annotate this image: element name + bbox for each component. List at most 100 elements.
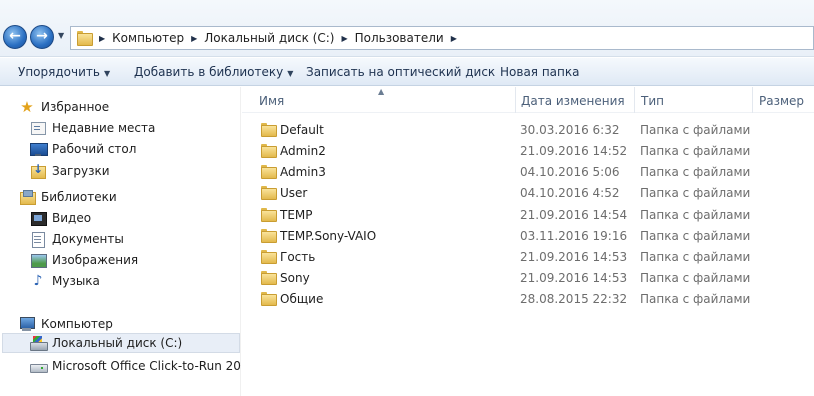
file-name: User (280, 186, 308, 200)
list-item[interactable]: User 04.10.2016 4:52 Папка с файлами (242, 182, 814, 203)
file-name: Admin3 (280, 165, 326, 179)
chevron-right-icon[interactable]: ▶ (99, 34, 105, 43)
nav-item-favorites[interactable]: ★ Избранное (19, 97, 109, 117)
column-name[interactable]: Имя (253, 87, 516, 113)
nav-item-label: Локальный диск (C:) (52, 336, 183, 350)
file-date: 04.10.2016 5:06 (520, 165, 620, 179)
file-type: Папка с файлами (640, 144, 751, 158)
burn-label: Записать на оптический диск (306, 65, 496, 79)
nav-item-local-disk[interactable]: Локальный диск (C:) (2, 333, 240, 353)
list-item[interactable]: TEMP 21.09.2016 14:54 Папка с файлами (242, 204, 814, 225)
folder-icon (261, 165, 277, 179)
file-type: Папка с файлами (640, 123, 751, 137)
file-name: Sony (280, 271, 310, 285)
windows-disk-icon (30, 335, 48, 351)
breadcrumb-users[interactable]: Пользователи (355, 31, 444, 45)
address-bar[interactable]: ▶ Компьютер ▶ Локальный диск (C:) ▶ Поль… (70, 26, 814, 50)
music-icon: ♪ (33, 273, 43, 289)
burn-button[interactable]: Записать на оптический диск (306, 65, 495, 79)
column-date-label: Дата изменения (521, 94, 625, 108)
video-icon (30, 210, 47, 226)
breadcrumb: ▶ Компьютер ▶ Локальный диск (C:) ▶ Поль… (95, 31, 464, 45)
file-date: 21.09.2016 14:52 (520, 144, 628, 158)
add-to-library-button[interactable]: Добавить в библиотеку ▼ (134, 65, 293, 79)
nav-item-desktop[interactable]: Рабочий стол (30, 139, 136, 159)
file-date: 03.11.2016 19:16 (520, 229, 628, 243)
nav-item-libraries[interactable]: Библиотеки (19, 187, 117, 207)
file-type: Папка с файлами (640, 229, 751, 243)
folder-icon (261, 186, 277, 200)
address-row: ← → ▼ ▶ Компьютер ▶ Локальный диск (C:) … (0, 0, 814, 57)
list-item[interactable]: TEMP.Sony-VAIO 03.11.2016 19:16 Папка с … (242, 225, 814, 246)
libraries-icon (19, 189, 36, 205)
column-size[interactable]: Размер (753, 87, 814, 113)
file-type: Папка с файлами (640, 208, 751, 222)
list-item[interactable]: Default 30.03.2016 6:32 Папка с файлами (242, 119, 814, 140)
file-date: 30.03.2016 6:32 (520, 123, 620, 137)
new-folder-button[interactable]: Новая папка (500, 65, 579, 79)
nav-item-music[interactable]: ♪ Музыка (30, 271, 100, 291)
nav-item-label: Недавние места (52, 121, 156, 135)
column-header-row: ▲ Имя Дата изменения Тип Размер (242, 87, 814, 113)
organize-label: Упорядочить (18, 65, 100, 79)
nav-item-documents[interactable]: Документы (30, 229, 124, 249)
nav-item-label: Документы (52, 232, 124, 246)
nav-item-label: Избранное (41, 100, 110, 114)
nav-item-office[interactable]: Microsoft Office Click-to-Run 2010 (30, 356, 256, 376)
desktop-icon (30, 141, 48, 157)
add-to-library-label: Добавить в библиотеку (134, 65, 284, 79)
nav-item-recent[interactable]: Недавние места (30, 118, 155, 138)
forward-button[interactable]: → (30, 25, 54, 49)
chevron-right-icon[interactable]: ▶ (451, 34, 457, 43)
nav-item-label: Музыка (52, 274, 100, 288)
list-item[interactable]: Гость 21.09.2016 14:53 Папка с файлами (242, 246, 814, 267)
file-date: 28.08.2015 22:32 (520, 292, 628, 306)
drive-icon (30, 358, 48, 374)
nav-item-label: Изображения (52, 253, 139, 267)
folder-icon (261, 271, 277, 285)
nav-item-images[interactable]: Изображения (30, 250, 138, 270)
folder-icon (261, 292, 277, 306)
chevron-right-icon[interactable]: ▶ (191, 34, 197, 43)
file-name: Default (280, 123, 324, 137)
downloads-icon (30, 162, 46, 179)
file-date: 04.10.2016 4:52 (520, 186, 620, 200)
command-bar: Упорядочить ▼ Добавить в библиотеку ▼ Запи… (0, 58, 814, 86)
list-item[interactable]: Общие 28.08.2015 22:32 Папка с файлами (242, 288, 814, 309)
recent-pages-dropdown-icon[interactable]: ▼ (58, 31, 68, 41)
breadcrumb-computer[interactable]: Компьютер (112, 31, 184, 45)
nav-item-label: Microsoft Office Click-to-Run 2010 (52, 359, 257, 373)
nav-item-label: Компьютер (41, 317, 113, 331)
back-button[interactable]: ← (3, 25, 27, 49)
list-item[interactable]: Admin3 04.10.2016 5:06 Папка с файлами (242, 161, 814, 182)
nav-item-label: Библиотеки (41, 190, 117, 204)
chevron-down-icon: ▼ (103, 69, 111, 78)
nav-item-label: Видео (52, 211, 92, 225)
folder-icon (77, 31, 93, 46)
breadcrumb-local-disk[interactable]: Локальный диск (C:) (204, 31, 334, 45)
folder-icon (261, 123, 277, 137)
chevron-down-icon: ▼ (287, 69, 294, 78)
chevron-right-icon[interactable]: ▶ (341, 34, 347, 43)
column-date[interactable]: Дата изменения (515, 87, 635, 113)
nav-item-downloads[interactable]: Загрузки (30, 161, 110, 181)
list-item[interactable]: Sony 21.09.2016 14:53 Папка с файлами (242, 267, 814, 288)
list-item[interactable]: Admin2 21.09.2016 14:52 Папка с файлами (242, 140, 814, 161)
nav-item-video[interactable]: Видео (30, 208, 91, 228)
nav-item-computer[interactable]: Компьютер (19, 314, 113, 334)
file-date: 21.09.2016 14:54 (520, 208, 628, 222)
column-type[interactable]: Тип (635, 87, 753, 113)
file-type: Папка с файлами (640, 165, 751, 179)
column-type-label: Тип (641, 94, 664, 108)
computer-icon (19, 316, 35, 332)
column-size-label: Размер (759, 94, 805, 108)
organize-button[interactable]: Упорядочить ▼ (18, 65, 110, 79)
file-name: Гость (280, 250, 316, 264)
file-name: TEMP.Sony-VAIO (280, 229, 377, 243)
nav-item-label: Загрузки (52, 164, 110, 178)
nav-item-label: Рабочий стол (52, 142, 137, 156)
images-icon (30, 252, 47, 268)
file-list: ▲ Имя Дата изменения Тип Размер Default … (242, 87, 814, 396)
documents-icon (30, 231, 46, 248)
new-folder-label: Новая папка (500, 65, 580, 79)
